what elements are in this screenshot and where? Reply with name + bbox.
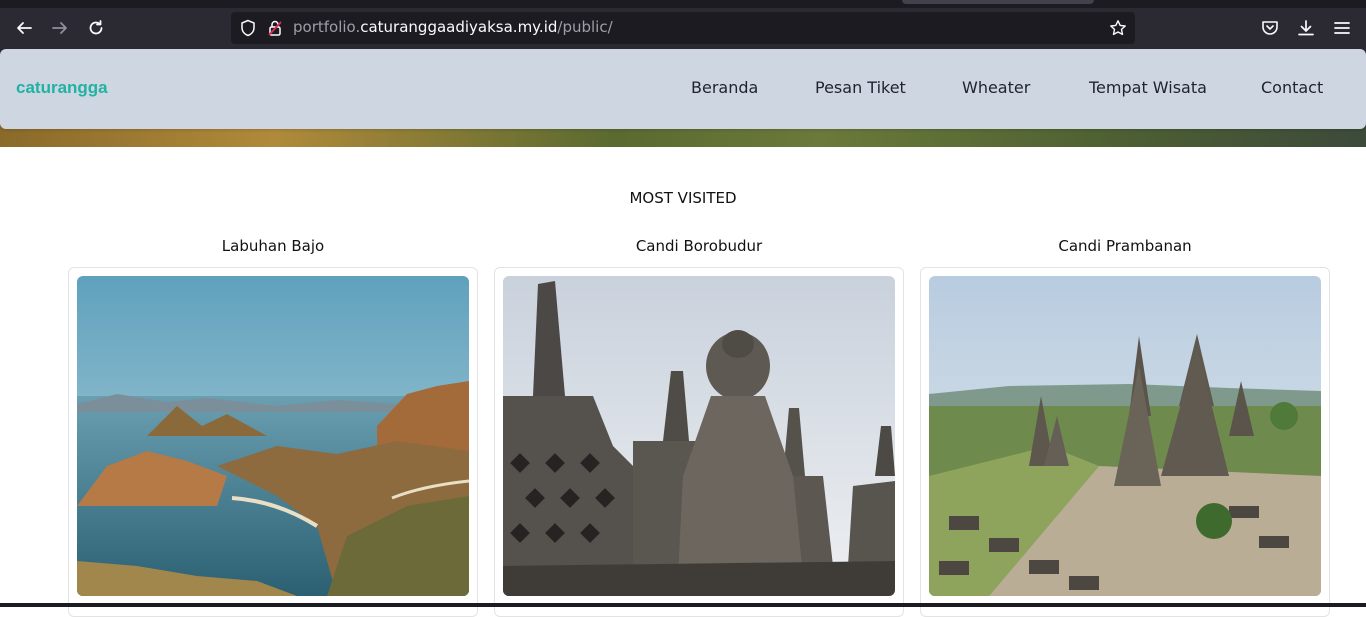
- url-path: /public/: [557, 18, 613, 36]
- site-navbar: caturangga Beranda Pesan Tiket Wheater T…: [0, 49, 1366, 129]
- url-prefix: portfolio.: [293, 18, 361, 36]
- nav-link-beranda[interactable]: Beranda: [691, 78, 758, 97]
- arrow-right-icon: [52, 22, 67, 34]
- nav-link-tempat-wisata[interactable]: Tempat Wisata: [1089, 78, 1207, 97]
- shield-icon[interactable]: [239, 19, 257, 37]
- section-title: MOST VISITED: [629, 189, 737, 207]
- nav-link-pesan-tiket[interactable]: Pesan Tiket: [815, 78, 906, 97]
- reload-button[interactable]: [82, 14, 110, 42]
- tab-strip: [0, 0, 1366, 8]
- brand-logo[interactable]: caturangga: [16, 78, 108, 98]
- destination-card[interactable]: [920, 267, 1330, 617]
- window-edge: [0, 603, 1366, 607]
- back-button[interactable]: [10, 14, 38, 42]
- card-title: Labuhan Bajo: [221, 237, 325, 255]
- bookmark-star-icon[interactable]: [1109, 19, 1127, 37]
- card-title: Candi Borobudur: [635, 237, 763, 255]
- destination-card[interactable]: [68, 267, 478, 617]
- url-domain: caturanggaadiyaksa.my.id: [360, 18, 558, 36]
- reload-icon: [89, 20, 103, 35]
- card-title: Candi Prambanan: [1058, 237, 1192, 255]
- insecure-lock-icon[interactable]: [266, 19, 284, 37]
- nav-link-contact[interactable]: Contact: [1261, 78, 1323, 97]
- arrow-left-icon: [17, 22, 32, 34]
- download-icon[interactable]: [1296, 18, 1316, 38]
- address-bar[interactable]: portfolio.caturanggaadiyaksa.my.id/publi…: [231, 12, 1135, 44]
- forward-button[interactable]: [46, 14, 74, 42]
- destination-image[interactable]: [503, 276, 895, 596]
- destination-image[interactable]: [77, 276, 469, 596]
- nav-link-wheater[interactable]: Wheater: [962, 78, 1030, 97]
- destination-card[interactable]: [494, 267, 904, 617]
- destination-image[interactable]: [929, 276, 1321, 596]
- hamburger-menu-icon[interactable]: [1332, 18, 1352, 38]
- pocket-icon[interactable]: [1260, 18, 1280, 38]
- tab[interactable]: [902, 0, 1094, 4]
- url-text[interactable]: portfolio.caturanggaadiyaksa.my.id/publi…: [293, 18, 613, 36]
